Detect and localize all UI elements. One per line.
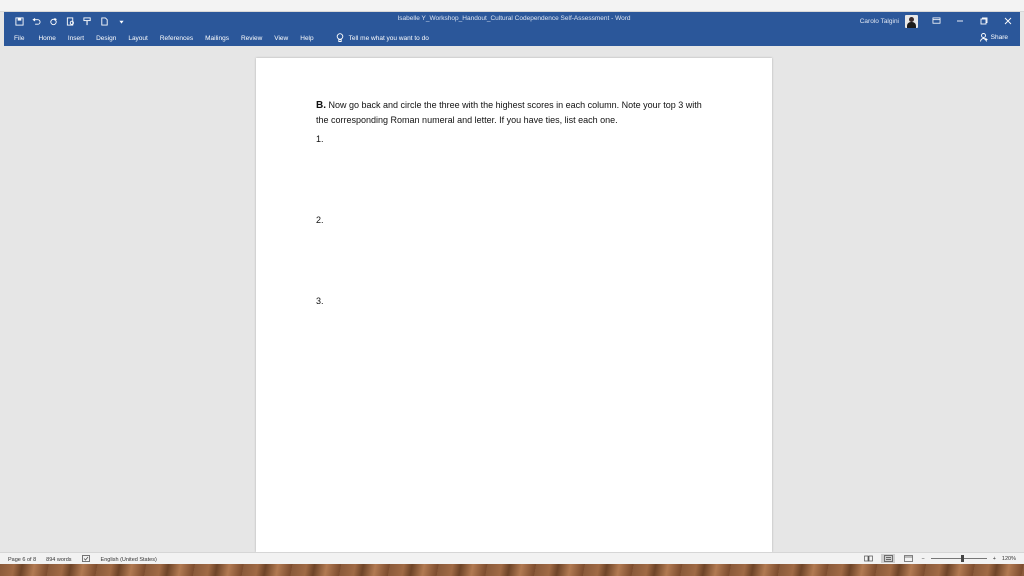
tab-mailings[interactable]: Mailings	[205, 35, 229, 42]
section-letter: B.	[316, 100, 326, 111]
title-bar: Isabelle Y_Workshop_Handout_Cultural Cod…	[4, 12, 1020, 30]
avatar[interactable]	[905, 15, 918, 28]
print-layout-button[interactable]	[881, 554, 896, 563]
word-count[interactable]: 894 words	[46, 557, 71, 563]
page-count[interactable]: Page 6 of 8	[8, 557, 36, 563]
ribbon-tabs: File Home Insert Design Layout Reference…	[4, 30, 1020, 46]
web-layout-icon	[904, 555, 913, 562]
read-mode-button[interactable]	[861, 554, 875, 563]
tell-me-label: Tell me what you want to do	[348, 34, 429, 42]
quick-access-toolbar	[12, 14, 128, 28]
document-page[interactable]: B. Now go back and circle the three with…	[256, 58, 772, 552]
ribbon-display-icon[interactable]	[924, 12, 948, 30]
print-preview-icon[interactable]	[63, 14, 77, 28]
tab-file[interactable]: File	[14, 35, 24, 42]
zoom-slider-track	[930, 558, 987, 559]
web-layout-button[interactable]	[901, 554, 915, 563]
person-icon	[979, 33, 988, 42]
tab-insert[interactable]: Insert	[68, 35, 84, 42]
status-bar: Page 6 of 8 894 words English (United St…	[0, 552, 1024, 564]
tab-home[interactable]: Home	[38, 35, 55, 42]
window-controls	[924, 12, 1020, 30]
tab-list: File Home Insert Design Layout Reference…	[14, 30, 429, 46]
tab-view[interactable]: View	[274, 35, 288, 42]
tab-help[interactable]: Help	[300, 35, 313, 42]
new-document-icon[interactable]	[97, 14, 111, 28]
document-title: Isabelle Y_Workshop_Handout_Cultural Cod…	[397, 15, 631, 22]
close-icon[interactable]	[996, 12, 1020, 30]
minimize-icon[interactable]	[948, 12, 972, 30]
zoom-level[interactable]: 120%	[1002, 556, 1016, 562]
account-area[interactable]: Carolo Talgini	[860, 15, 918, 28]
tab-references[interactable]: References	[160, 35, 193, 42]
tab-review[interactable]: Review	[241, 35, 262, 42]
desktop-background	[0, 564, 1024, 576]
share-button[interactable]: Share	[979, 33, 1008, 42]
zoom-out-button[interactable]: −	[921, 556, 924, 562]
restore-icon[interactable]	[972, 12, 996, 30]
save-icon[interactable]	[12, 14, 26, 28]
zoom-in-button[interactable]: +	[993, 556, 996, 562]
instruction-paragraph[interactable]: B. Now go back and circle the three with…	[316, 98, 716, 127]
zoom-slider[interactable]	[930, 554, 987, 563]
list-item-2[interactable]: 2.	[316, 215, 324, 225]
lightbulb-icon	[336, 33, 343, 42]
top-strip	[0, 0, 1024, 12]
tab-layout[interactable]: Layout	[128, 35, 148, 42]
print-layout-icon	[884, 555, 893, 562]
undo-icon[interactable]	[29, 14, 43, 28]
user-name[interactable]: Carolo Talgini	[860, 18, 899, 25]
list-item-3[interactable]: 3.	[316, 296, 324, 306]
format-painter-icon[interactable]	[80, 14, 94, 28]
redo-icon[interactable]	[46, 14, 60, 28]
customize-qat-icon[interactable]	[114, 14, 128, 28]
tab-design[interactable]: Design	[96, 35, 116, 42]
share-label: Share	[990, 34, 1008, 41]
status-right: − + 120%	[861, 554, 1016, 563]
read-mode-icon	[864, 555, 873, 562]
instruction-text: Now go back and circle the three with th…	[316, 100, 702, 125]
language-indicator[interactable]: English (United States)	[101, 557, 157, 563]
tell-me-search[interactable]: Tell me what you want to do	[336, 33, 429, 43]
list-item-1[interactable]: 1.	[316, 134, 324, 144]
zoom-slider-thumb[interactable]	[960, 555, 964, 562]
